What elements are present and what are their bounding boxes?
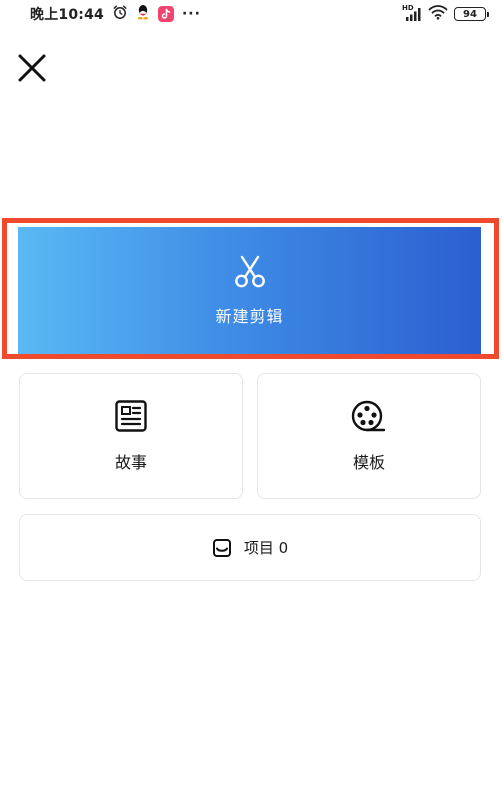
projects-card[interactable]: 项目 0 (19, 514, 481, 581)
news-icon (114, 399, 148, 437)
cellular-signal-icon: HD (402, 4, 422, 22)
status-time: 晚上10:44 (30, 7, 104, 23)
douyin-app-icon (157, 6, 174, 22)
projects-label: 项目 0 (243, 539, 289, 557)
template-label: 模板 (352, 453, 385, 472)
story-label: 故事 (114, 453, 147, 472)
template-card[interactable]: 模板 (257, 373, 481, 499)
qq-icon (136, 4, 150, 24)
battery-tip (487, 11, 489, 17)
battery-indicator: 94 (454, 7, 489, 21)
new-edit-label: 新建剪辑 (215, 306, 284, 326)
page: 晚上10:44 ··· HD 94 新建剪辑 故事 模板 项目 0 (0, 0, 503, 790)
more-notifications-icon: ··· (181, 6, 201, 22)
inbox-icon (212, 538, 232, 558)
scissors-icon (232, 255, 268, 293)
battery-level: 94 (454, 7, 486, 21)
film-reel-icon (351, 399, 387, 437)
alarm-icon (112, 4, 128, 24)
status-bar: 晚上10:44 ··· HD 94 (0, 0, 503, 28)
close-icon (18, 54, 46, 82)
close-button[interactable] (16, 52, 48, 84)
new-edit-button[interactable]: 新建剪辑 (18, 227, 481, 354)
wifi-icon (428, 4, 448, 24)
status-left: 晚上10:44 ··· (30, 4, 201, 24)
story-card[interactable]: 故事 (19, 373, 243, 499)
status-right: HD 94 (402, 4, 489, 24)
